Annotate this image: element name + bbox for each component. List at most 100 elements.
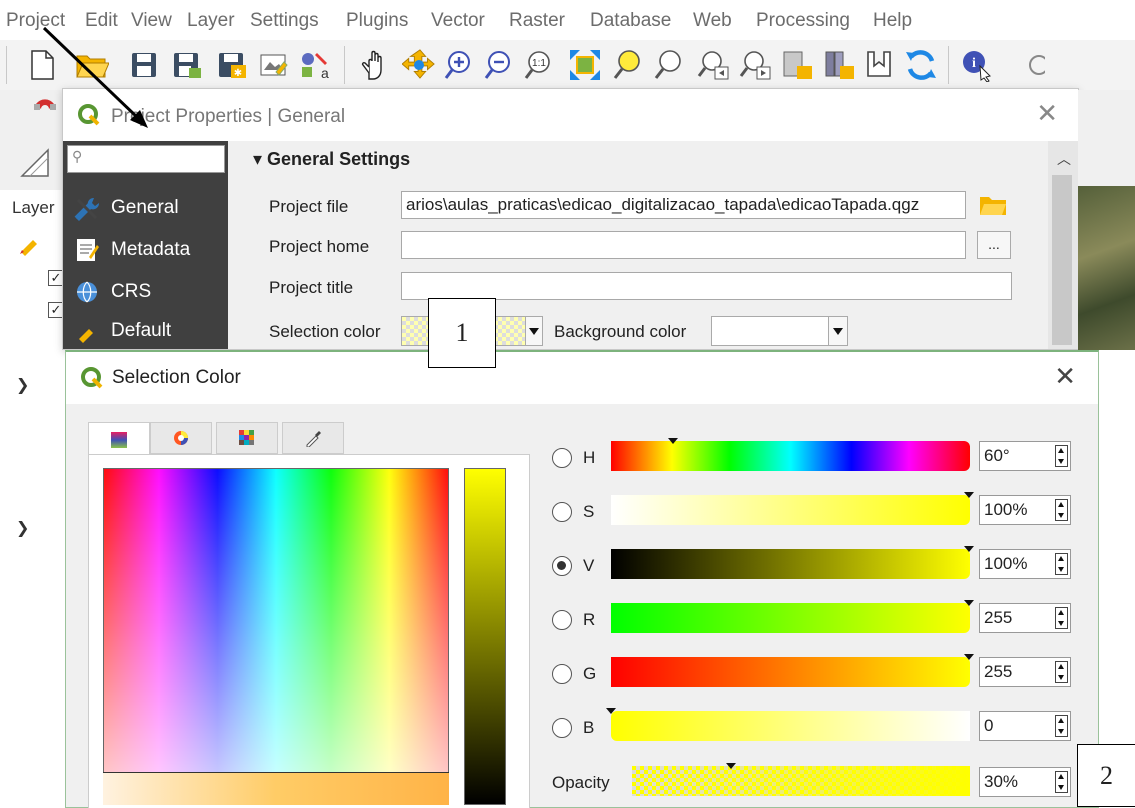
menu-project[interactable]: Project [6,10,65,32]
green-slider[interactable] [611,657,970,687]
value-strip-slider[interactable] [464,468,506,805]
sidebar-item-crs[interactable]: CRS [63,271,228,313]
open-icon[interactable] [75,48,109,82]
value-slider[interactable] [611,549,970,579]
snapping-magnet-icon[interactable] [28,96,62,130]
zoom-out-icon[interactable] [483,48,517,82]
project-properties-scrollbar[interactable]: ︿ [1048,141,1078,349]
tab-color-picker[interactable] [282,422,344,454]
group-expand-chevron-icon-2[interactable]: ❯ [16,518,29,538]
radio-h[interactable] [552,448,572,468]
red-spinbox[interactable]: 255 [979,603,1071,633]
sidebar-item-general[interactable]: General [63,187,228,229]
folder-icon[interactable] [979,193,1007,222]
spin-arrows-icon[interactable] [1055,715,1068,737]
color-area-picker[interactable] [103,468,449,805]
selection-color-dropdown[interactable] [526,316,543,346]
green-spinbox[interactable]: 255 [979,657,1071,687]
spin-arrows-icon[interactable] [1055,607,1068,629]
refresh-icon[interactable] [904,48,938,82]
menu-processing[interactable]: Processing [756,10,850,32]
pan-to-selection-icon[interactable] [402,48,436,82]
show-bookmarks-icon[interactable] [822,48,856,82]
new-bookmark-icon[interactable] [780,48,814,82]
menu-plugins[interactable]: Plugins [346,10,408,32]
menu-help[interactable]: Help [873,10,912,32]
spin-arrows-icon[interactable] [1055,445,1068,467]
menu-edit[interactable]: Edit [85,10,118,32]
group-expand-chevron-icon[interactable]: ❯ [16,375,29,395]
saturation-marker [964,492,974,498]
layer-style-icon[interactable] [18,234,40,261]
save-icon[interactable] [127,48,161,82]
red-slider[interactable] [611,603,970,633]
callout-2-text: 2 [1100,760,1113,790]
save-as-icon[interactable] [170,48,204,82]
sidebar-item-default[interactable]: Default [63,313,228,349]
zoom-next-icon[interactable] [738,48,772,82]
map-canvas[interactable] [1078,186,1135,350]
menu-web[interactable]: Web [693,10,732,32]
style-manager-icon[interactable]: a [298,48,332,82]
menu-database[interactable]: Database [590,10,671,32]
background-color-dropdown[interactable] [829,316,848,346]
radio-r[interactable] [552,610,572,630]
project-file-field[interactable]: arios\aulas_praticas\edicao_digitalizaca… [401,191,966,219]
tools-icon [69,194,105,222]
background-color-button[interactable] [711,316,829,346]
general-settings-header[interactable]: ▾ General Settings [253,149,410,170]
saturation-spinbox[interactable]: 100% [979,495,1071,525]
saturation-slider[interactable] [611,495,970,525]
browse-button[interactable]: ... [977,231,1011,259]
more-tools-icon[interactable] [1018,48,1052,82]
project-home-field[interactable] [401,231,966,259]
globe-icon [69,280,105,304]
layout-manager-icon[interactable] [257,48,291,82]
zoom-last-icon[interactable] [696,48,730,82]
sidebar-item-metadata[interactable]: Metadata [63,229,228,271]
zoom-to-selection-icon[interactable] [611,48,645,82]
tab-color-ramp[interactable] [88,422,150,456]
identify-icon[interactable]: i [960,48,994,82]
hue-slider[interactable] [611,441,970,471]
spin-arrows-icon[interactable] [1055,553,1068,575]
project-title-field[interactable] [401,272,1012,300]
spin-arrows-icon[interactable] [1055,661,1068,683]
pan-icon[interactable] [357,48,391,82]
opacity-spinbox[interactable]: 30% [979,767,1071,797]
radio-b[interactable] [552,718,572,738]
radio-s[interactable] [552,502,572,522]
zoom-to-layer-icon[interactable] [652,48,686,82]
tab-color-wheel[interactable] [150,422,212,454]
spin-arrows-icon[interactable] [1055,771,1068,793]
zoom-full-icon[interactable] [568,48,602,82]
print-layout-icon[interactable]: ✱ [215,48,249,82]
sidebar-search-input[interactable]: ⚲ [67,145,225,173]
menu-view[interactable]: View [131,10,172,32]
main-toolbar: ✱ a 1:1 i [0,40,1135,91]
selection-color-close-icon[interactable]: ✕ [1054,362,1076,392]
zoom-native-icon[interactable]: 1:1 [523,48,557,82]
temporary-scratch-icon[interactable] [862,48,896,82]
menu-settings[interactable]: Settings [250,10,319,32]
scroll-up-icon[interactable]: ︿ [1057,149,1071,169]
value-spinbox[interactable]: 100% [979,549,1071,579]
project-properties-close-icon[interactable]: ✕ [1036,99,1058,129]
tab-swatches[interactable] [216,422,278,454]
menu-vector[interactable]: Vector [431,10,485,32]
sidebar-item-label: General [111,197,179,218]
radio-v[interactable] [552,556,572,576]
default-styles-icon [69,319,105,343]
menu-layer[interactable]: Layer [187,10,235,32]
measure-icon[interactable] [18,146,52,180]
blue-slider[interactable] [611,711,970,741]
hue-spinbox[interactable]: 60° [979,441,1071,471]
project-title-label: Project title [269,278,354,297]
radio-g[interactable] [552,664,572,684]
zoom-in-icon[interactable] [443,48,477,82]
menu-raster[interactable]: Raster [509,10,565,32]
new-icon[interactable] [25,48,59,82]
spin-arrows-icon[interactable] [1055,499,1068,521]
blue-spinbox[interactable]: 0 [979,711,1071,741]
scrollbar-thumb[interactable] [1052,175,1072,345]
